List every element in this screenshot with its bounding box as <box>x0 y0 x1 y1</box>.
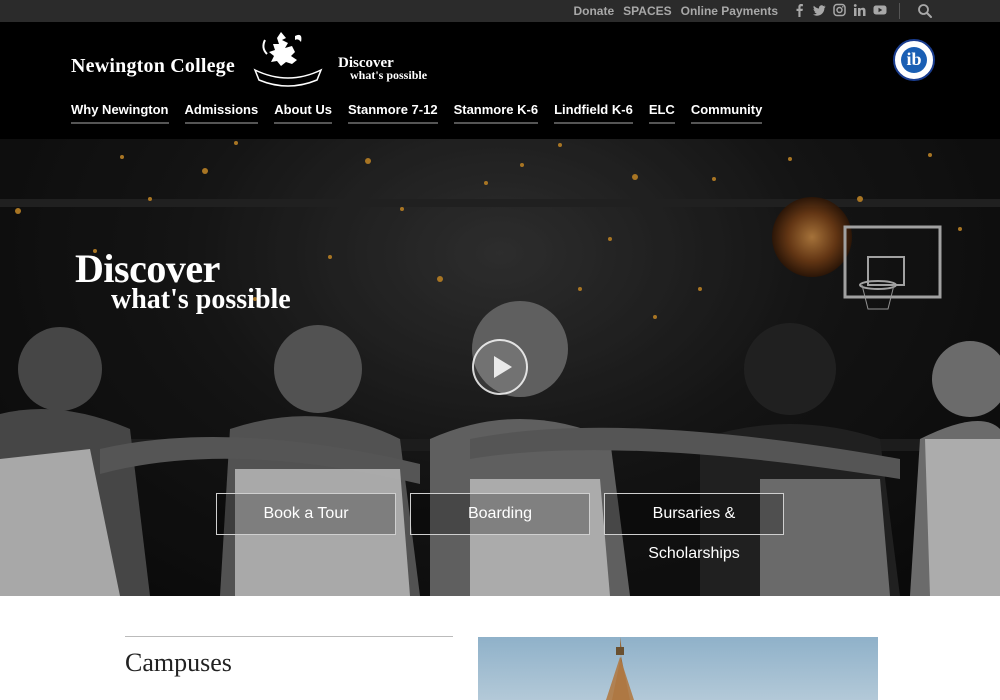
search-icon[interactable] <box>917 3 933 19</box>
utility-divider <box>899 3 900 19</box>
hero-banner: Discover what's possible Book a Tour Boa… <box>0 139 1000 596</box>
nav-about-us[interactable]: About Us <box>274 102 332 124</box>
bursaries-scholarships-button[interactable]: Bursaries & Scholarships <box>604 493 784 562</box>
book-a-tour-button[interactable]: Book a Tour <box>216 493 396 535</box>
header-tagline-line2: what's possible <box>350 68 428 82</box>
boarding-button[interactable]: Boarding <box>410 493 590 535</box>
tower-spire-image <box>606 637 634 700</box>
section-divider <box>125 636 453 637</box>
nav-elc[interactable]: ELC <box>648 102 675 124</box>
linkedin-icon[interactable] <box>853 3 866 17</box>
header-tagline: Discover what's possible <box>338 56 428 82</box>
campus-photo[interactable] <box>478 637 878 700</box>
nav-stanmore-k-6[interactable]: Stanmore K-6 <box>453 102 539 124</box>
campuses-section: Campuses <box>0 596 1000 700</box>
brand-name[interactable]: Newington College <box>71 55 235 78</box>
youtube-icon[interactable] <box>873 3 887 17</box>
donate-link[interactable]: Donate <box>573 4 614 18</box>
college-crest-logo[interactable] <box>251 28 325 88</box>
play-icon <box>494 356 512 378</box>
site-header: Newington College Discover what's possib… <box>0 22 1000 139</box>
campuses-heading: Campuses <box>125 648 232 677</box>
hero-tagline: Discover what's possible <box>75 246 291 314</box>
play-video-button[interactable] <box>472 339 528 395</box>
nav-admissions[interactable]: Admissions <box>184 102 259 124</box>
nav-community[interactable]: Community <box>690 102 763 124</box>
nav-lindfield-k-6[interactable]: Lindfield K-6 <box>554 102 633 124</box>
twitter-icon[interactable] <box>813 3 826 17</box>
social-links <box>793 3 887 17</box>
ib-logo-icon: ib <box>901 47 927 73</box>
main-nav: Why Newington Admissions About Us Stanmo… <box>71 102 778 124</box>
hero-tagline-line1: Discover <box>75 246 220 291</box>
online-payments-link[interactable]: Online Payments <box>681 4 778 18</box>
instagram-icon[interactable] <box>833 3 846 17</box>
ib-world-school-badge[interactable]: ib <box>893 39 935 81</box>
nav-stanmore-7-12[interactable]: Stanmore 7-12 <box>347 102 438 124</box>
utility-bar: Donate SPACES Online Payments <box>0 0 1000 22</box>
utility-links: Donate SPACES Online Payments <box>573 4 778 18</box>
spaces-link[interactable]: SPACES <box>623 4 671 18</box>
facebook-icon[interactable] <box>793 3 806 17</box>
nav-why-newington[interactable]: Why Newington <box>71 102 169 124</box>
